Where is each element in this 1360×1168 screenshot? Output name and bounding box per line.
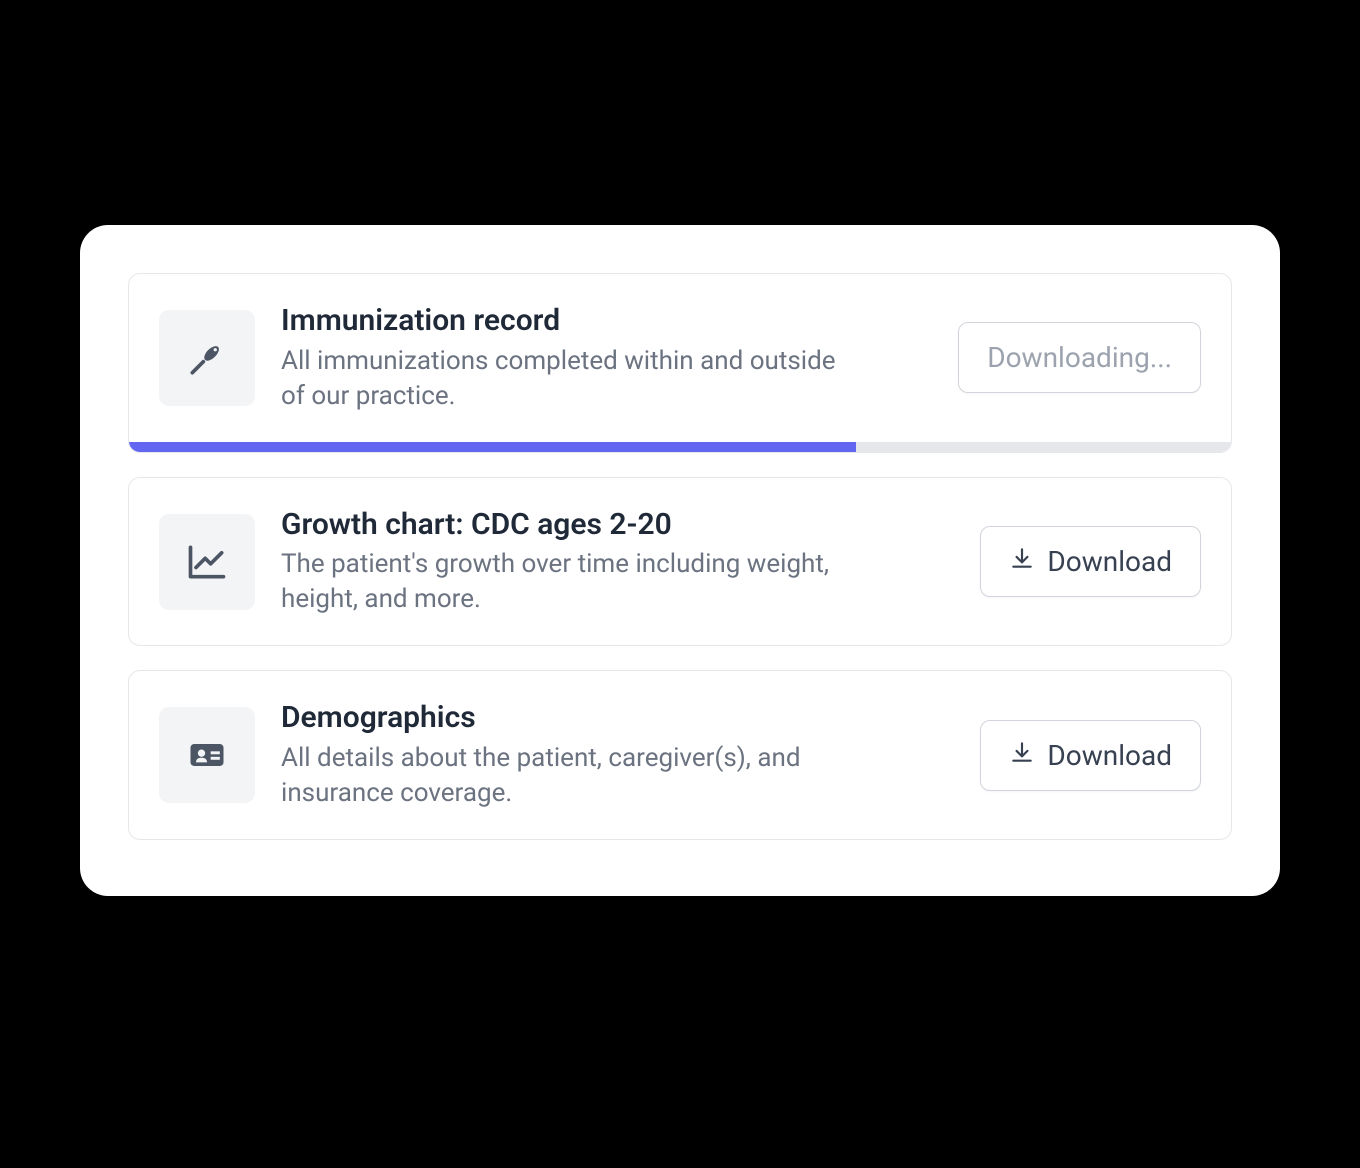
download-button[interactable]: Download — [980, 720, 1201, 791]
record-description: All details about the patient, caregiver… — [281, 741, 841, 811]
card-row: Immunization record All immunizations co… — [129, 274, 1231, 442]
card-row: Demographics All details about the patie… — [129, 671, 1231, 839]
download-icon — [1009, 739, 1035, 772]
record-description: The patient's growth over time including… — [281, 547, 841, 617]
record-card-immunization: Immunization record All immunizations co… — [128, 273, 1232, 453]
record-text: Immunization record All immunizations co… — [281, 302, 932, 414]
line-chart-icon — [159, 514, 255, 610]
needle-icon — [159, 310, 255, 406]
record-card-demographics: Demographics All details about the patie… — [128, 670, 1232, 840]
card-row: Growth chart: CDC ages 2-20 The patient'… — [129, 478, 1231, 646]
record-description: All immunizations completed within and o… — [281, 344, 841, 414]
record-title: Immunization record — [281, 302, 932, 340]
record-text: Growth chart: CDC ages 2-20 The patient'… — [281, 506, 954, 618]
download-icon — [1009, 545, 1035, 578]
record-title: Demographics — [281, 699, 954, 737]
button-label: Download — [1047, 545, 1172, 578]
record-text: Demographics All details about the patie… — [281, 699, 954, 811]
download-button[interactable]: Download — [980, 526, 1201, 597]
button-label: Download — [1047, 739, 1172, 772]
record-card-growth-chart: Growth chart: CDC ages 2-20 The patient'… — [128, 477, 1232, 647]
button-label: Downloading... — [987, 341, 1172, 374]
progress-bar — [129, 442, 1231, 452]
progress-fill — [129, 442, 856, 452]
records-panel: Immunization record All immunizations co… — [80, 225, 1280, 896]
record-title: Growth chart: CDC ages 2-20 — [281, 506, 954, 544]
id-card-icon — [159, 707, 255, 803]
downloading-button: Downloading... — [958, 322, 1201, 393]
